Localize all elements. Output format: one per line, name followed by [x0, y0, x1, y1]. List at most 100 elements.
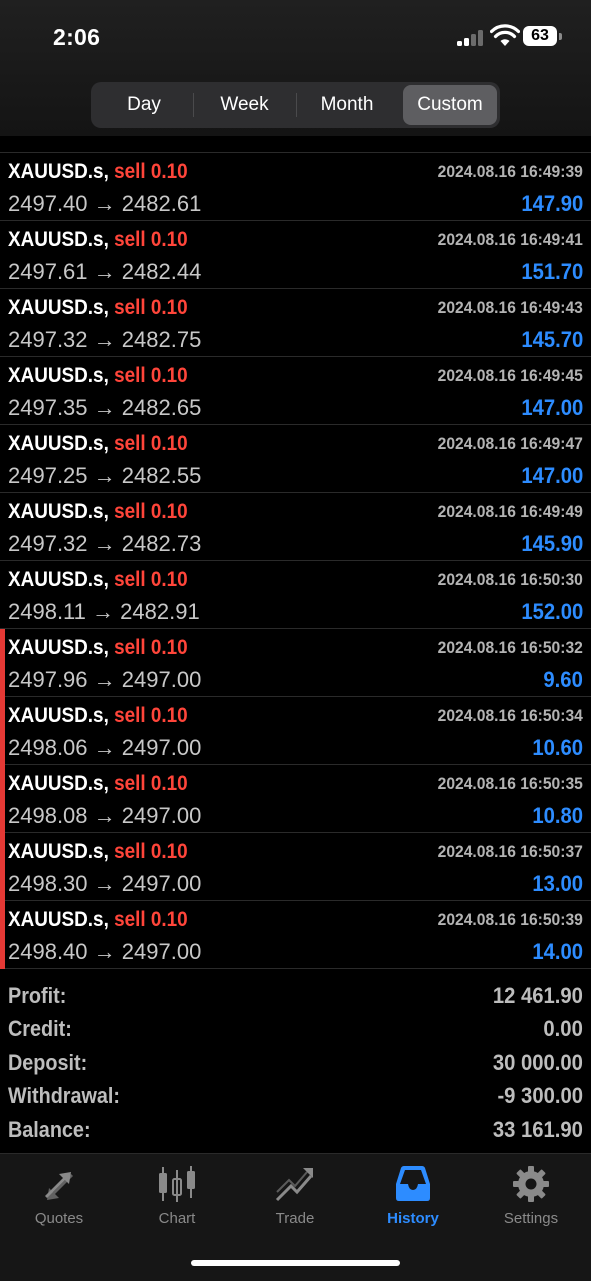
- list-item[interactable]: XAUUSD.s, sell 0.10 2024.08.16 16:50:37 24…: [0, 833, 591, 901]
- summary-label: Deposit:: [8, 1049, 88, 1075]
- deal-time: 2024.08.16 16:49:41: [437, 230, 583, 249]
- battery-level: 63: [531, 27, 549, 44]
- deal-time: 2024.08.16 16:49:49: [437, 502, 583, 521]
- deal-prices: 2497.32 → 2482.73: [8, 531, 202, 556]
- tab-trade[interactable]: Trade: [236, 1164, 354, 1234]
- battery-icon: 63: [523, 26, 563, 48]
- tab-chart[interactable]: Chart: [118, 1164, 236, 1234]
- deal-profit: 14.00: [532, 939, 583, 964]
- summary-value: -9 300.00: [497, 1083, 583, 1109]
- deal-symbol: XAUUSD.s, sell 0.10: [8, 500, 188, 523]
- deal-profit: 9.60: [543, 667, 583, 692]
- deal-prices: 2498.30 → 2497.00: [8, 871, 202, 896]
- deal-symbol: XAUUSD.s, sell 0.10: [8, 432, 188, 455]
- deal-symbol: XAUUSD.s, sell 0.10: [8, 296, 188, 319]
- list-item[interactable]: XAUUSD.s, sell 0.10 2024.08.16 16:50:34 24…: [0, 697, 591, 765]
- tab-settings[interactable]: Settings: [472, 1164, 590, 1234]
- arrow-icon: →: [93, 871, 116, 896]
- deal-side: sell 0.10: [114, 636, 188, 659]
- summary-value: 30 000.00: [492, 1049, 583, 1075]
- deal-prices: 2497.40 → 2482.61: [8, 191, 202, 216]
- deal-symbol: XAUUSD.s, sell 0.10: [8, 636, 188, 659]
- deal-prices: 2497.32 → 2482.75: [8, 327, 202, 352]
- summary-row: Profit: 12 461.90: [0, 983, 591, 1016]
- summary-row: Balance: 33 161.90: [0, 1117, 591, 1150]
- deal-prices: 2498.11 → 2482.91: [8, 599, 200, 624]
- status-bar: 2:06 63: [0, 0, 591, 76]
- deal-profit: 147.90: [521, 191, 583, 216]
- gear-icon: [513, 1166, 549, 1202]
- tab-label: Chart: [158, 1210, 196, 1227]
- tab-label: Settings: [503, 1210, 559, 1227]
- deal-side: sell 0.10: [114, 364, 188, 387]
- deal-symbol: XAUUSD.s, sell 0.10: [8, 568, 188, 591]
- deal-prices: 2498.40 → 2497.00: [8, 939, 202, 964]
- tab-quotes[interactable]: Quotes: [0, 1164, 118, 1234]
- deal-symbol: XAUUSD.s, sell 0.10: [8, 704, 188, 727]
- list-item[interactable]: XAUUSD.s, sell 0.10 2024.08.16 16:50:32 24…: [0, 629, 591, 697]
- tab-label: Trade: [275, 1210, 315, 1227]
- deal-time: 2024.08.16 16:49:47: [437, 434, 583, 453]
- deal-side: sell 0.10: [114, 568, 188, 591]
- deal-symbol: XAUUSD.s, sell 0.10: [8, 160, 188, 183]
- deal-profit: 152.00: [521, 599, 583, 624]
- summary-label: Balance:: [8, 1116, 91, 1142]
- list-item[interactable]: XAUUSD.s, sell 0.10 2024.08.16 16:50:39 24…: [0, 901, 591, 969]
- deal-symbol: XAUUSD.s, sell 0.10: [8, 840, 188, 863]
- list-item[interactable]: XAUUSD.s, sell 0.10 2024.08.16 16:49:43 24…: [0, 289, 591, 357]
- deal-time: 2024.08.16 16:50:34: [437, 706, 583, 725]
- deal-prices: 2498.06 → 2497.00: [8, 735, 202, 760]
- deal-profit: 147.00: [521, 395, 583, 420]
- list-item[interactable]: XAUUSD.s, sell 0.10 2024.08.16 16:49:39 24…: [0, 153, 591, 221]
- tab-day[interactable]: Day: [95, 85, 193, 125]
- arrow-icon: →: [93, 667, 116, 692]
- deal-symbol: XAUUSD.s, sell 0.10: [8, 364, 188, 387]
- cellular-signal-icon: [457, 30, 485, 46]
- summary-row: Withdrawal: -9 300.00: [0, 1083, 591, 1116]
- list-item[interactable]: XAUUSD.s, sell 0.10 2024.08.16 16:49:45 24…: [0, 357, 591, 425]
- deal-time: 2024.08.16 16:50:39: [437, 910, 583, 929]
- summary-row: Credit: 0.00: [0, 1016, 591, 1049]
- list-item[interactable]: XAUUSD.s, sell 0.10 2024.08.16 16:50:35 24…: [0, 765, 591, 833]
- tab-label: History: [387, 1210, 439, 1227]
- home-indicator[interactable]: [191, 1260, 400, 1266]
- deal-prices: 2497.61 → 2482.44: [8, 259, 202, 284]
- arrow-icon: →: [93, 463, 116, 488]
- deal-profit: 13.00: [532, 871, 583, 896]
- deal-side: sell 0.10: [114, 432, 188, 455]
- deal-time: 2024.08.16 16:49:43: [437, 298, 583, 317]
- deals-list[interactable]: XAUUSD.s, sell 0.10 2024.08.16 16:49:39 24…: [0, 116, 591, 969]
- history-icon: [396, 1166, 430, 1201]
- chart-icon: [159, 1166, 195, 1202]
- quotes-icon: [45, 1172, 73, 1200]
- tab-week[interactable]: Week: [194, 85, 295, 125]
- wifi-icon: [490, 24, 520, 46]
- tab-history[interactable]: History: [354, 1164, 472, 1234]
- tab-custom[interactable]: Custom: [403, 85, 497, 125]
- deal-side: sell 0.10: [114, 908, 188, 931]
- deal-profit: 145.70: [521, 327, 583, 352]
- summary-label: Credit:: [8, 1016, 72, 1042]
- list-item[interactable]: XAUUSD.s, sell 0.10 2024.08.16 16:49:41 24…: [0, 221, 591, 289]
- tab-label: Quotes: [34, 1210, 84, 1227]
- list-item[interactable]: XAUUSD.s, sell 0.10 2024.08.16 16:50:30 24…: [0, 561, 591, 629]
- summary-label: Withdrawal:: [8, 1083, 121, 1109]
- summary-value: 12 461.90: [492, 983, 583, 1008]
- deal-profit: 10.60: [532, 735, 583, 760]
- deal-prices: 2497.35 → 2482.65: [8, 395, 202, 420]
- deal-profit: 147.00: [521, 463, 583, 488]
- deal-profit: 10.80: [532, 803, 583, 828]
- account-summary: Profit: 12 461.90 Credit: 0.00 Deposit: 30 00…: [0, 983, 591, 1153]
- tab-month[interactable]: Month: [297, 85, 397, 125]
- list-item[interactable]: XAUUSD.s, sell 0.10 2024.08.16 16:49:49 24…: [0, 493, 591, 561]
- arrow-icon: →: [93, 327, 116, 352]
- period-segmented-control: Day Week Month Custom: [91, 82, 500, 128]
- deal-time: 2024.08.16 16:49:39: [437, 162, 583, 181]
- top-bar: 2:06 63 Day Week Month Custom: [0, 0, 591, 136]
- deal-time: 2024.08.16 16:50:30: [437, 570, 583, 589]
- arrow-icon: →: [93, 735, 116, 760]
- deal-profit: 151.70: [521, 259, 583, 284]
- summary-label: Profit:: [8, 983, 67, 1008]
- deal-prices: 2497.25 → 2482.55: [8, 463, 202, 488]
- list-item[interactable]: XAUUSD.s, sell 0.10 2024.08.16 16:49:47 24…: [0, 425, 591, 493]
